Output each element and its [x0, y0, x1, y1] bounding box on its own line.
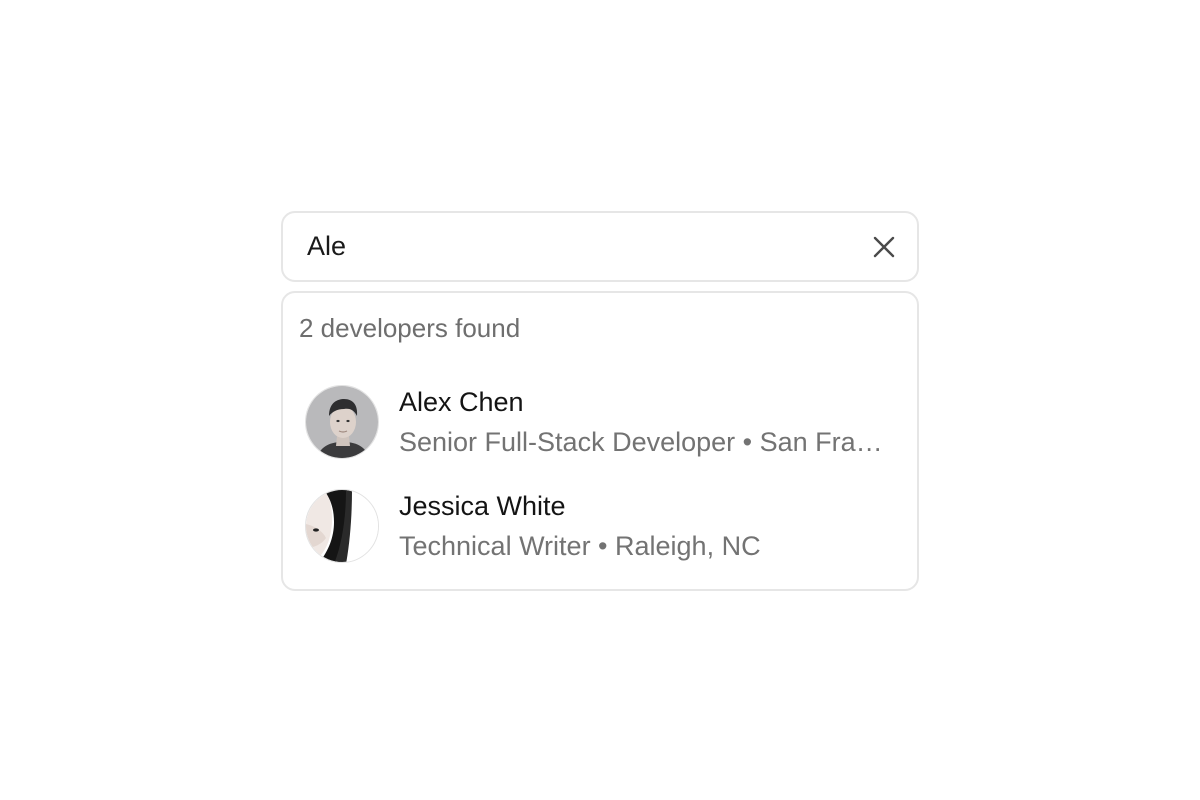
result-item[interactable]: Alex Chen Senior Full-Stack Developer • …	[305, 383, 905, 461]
close-icon	[873, 236, 895, 257]
results-count: 2 developers found	[299, 313, 521, 343]
result-text: Jessica White Technical Writer • Raleigh…	[399, 489, 885, 563]
page: 2 developers found Alex Chen Senior Full…	[0, 0, 1200, 800]
result-subtitle: Senior Full-Stack Developer • San Franci…	[399, 427, 885, 457]
result-name: Jessica White	[399, 491, 566, 521]
search-box	[281, 211, 919, 282]
avatar	[305, 385, 379, 459]
avatar	[305, 489, 379, 563]
result-name: Alex Chen	[399, 387, 524, 417]
search-input[interactable]	[307, 213, 867, 280]
result-item[interactable]: Jessica White Technical Writer • Raleigh…	[305, 487, 905, 565]
result-text: Alex Chen Senior Full-Stack Developer • …	[399, 385, 885, 459]
clear-search-button[interactable]	[867, 230, 901, 264]
results-dropdown: 2 developers found Alex Chen Senior Full…	[281, 291, 919, 591]
avatar-photo-icon	[306, 386, 378, 458]
result-subtitle: Technical Writer • Raleigh, NC	[399, 531, 761, 561]
avatar-photo-icon	[306, 490, 378, 562]
